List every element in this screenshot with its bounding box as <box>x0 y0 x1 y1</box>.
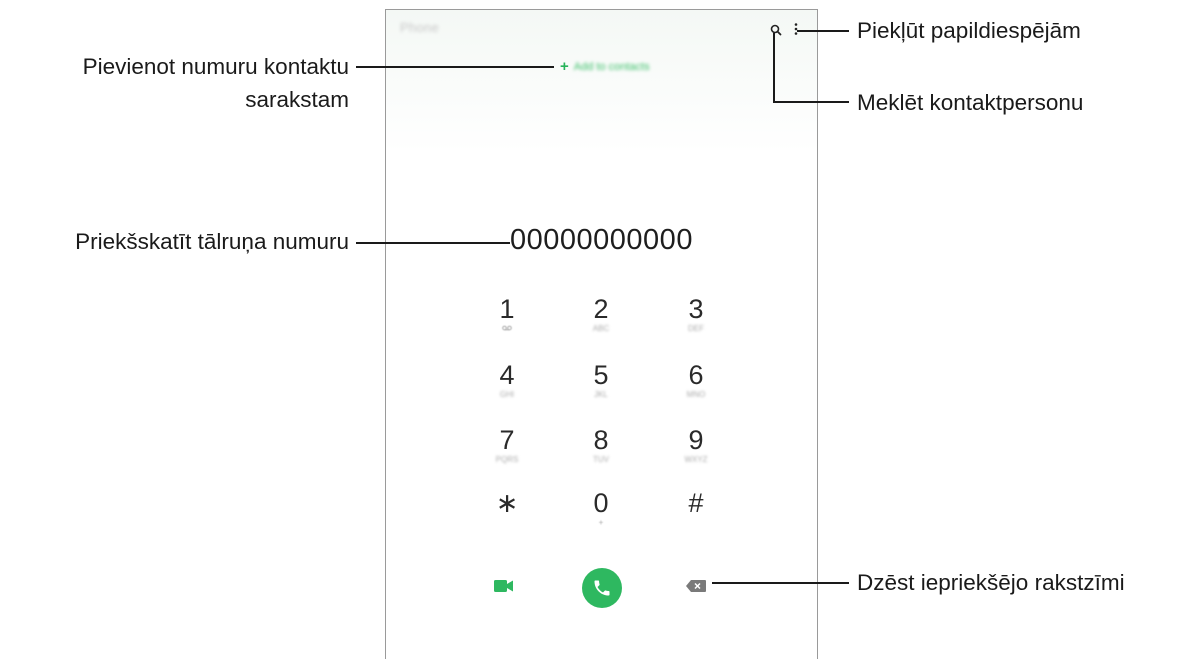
key-0[interactable]: 0 + <box>566 488 636 540</box>
video-call-icon[interactable] <box>494 579 514 593</box>
key-5[interactable]: 5 JKL <box>566 360 636 412</box>
callout-more-options: Piekļūt papildiespējām <box>857 18 1081 43</box>
key-plus-sub: + <box>598 518 604 527</box>
callout-line-preview-number <box>356 242 510 244</box>
search-icon[interactable] <box>770 24 782 36</box>
key-9[interactable]: 9 WXYZ <box>661 425 731 477</box>
key-digit: 2 <box>593 294 609 324</box>
backspace-icon[interactable] <box>686 580 706 592</box>
callout-search-contact: Meklēt kontaktpersonu <box>857 90 1084 115</box>
add-to-contacts-button[interactable]: + Add to contacts <box>560 58 650 75</box>
callout-line-search <box>773 101 849 103</box>
voice-call-button[interactable] <box>582 568 622 608</box>
callout-add-number-line1: Pievienot numuru kontaktu <box>82 54 349 79</box>
key-3[interactable]: 3 DEF <box>661 294 731 346</box>
phone-icon <box>594 580 610 596</box>
callout-line-delete <box>712 582 849 584</box>
key-6[interactable]: 6 MNO <box>661 360 731 412</box>
key-digit: 6 <box>688 360 704 390</box>
callout-line-add-number <box>356 66 554 68</box>
add-to-contacts-label: Add to contacts <box>573 61 650 73</box>
key-hash[interactable]: # <box>661 488 731 540</box>
voicemail-icon <box>472 324 542 333</box>
plus-icon: + <box>560 58 569 75</box>
key-letters: ABC <box>592 324 610 333</box>
key-digit: 3 <box>688 294 704 324</box>
phone-number-preview: 00000000000 <box>510 224 693 256</box>
key-8[interactable]: 8 TUV <box>566 425 636 477</box>
key-digit: 5 <box>593 360 609 390</box>
callout-add-number-line2: sarakstam <box>245 87 349 112</box>
phone-dialer-screen: Phone + Add to contacts 00000000000 1 2 … <box>385 9 818 659</box>
key-letters: DEF <box>688 324 704 333</box>
app-title: Phone <box>400 20 440 35</box>
key-letters: MNO <box>686 390 706 399</box>
key-2[interactable]: 2 ABC <box>566 294 636 346</box>
key-digit: # <box>688 488 704 518</box>
key-letters: JKL <box>594 390 608 399</box>
key-digit: ∗ <box>495 488 519 518</box>
key-digit: 0 <box>593 488 609 518</box>
key-digit: 9 <box>688 425 704 455</box>
callout-line-search-vertical <box>773 33 775 103</box>
key-letters: WXYZ <box>684 455 708 464</box>
key-4[interactable]: 4 GHI <box>472 360 542 412</box>
callout-preview-number: Priekšskatīt tālruņa numuru <box>75 229 349 254</box>
key-letters: GHI <box>499 390 515 399</box>
key-star[interactable]: ∗ <box>472 488 542 540</box>
more-options-icon[interactable] <box>793 22 799 36</box>
key-1[interactable]: 1 <box>472 294 542 346</box>
callout-delete-char: Dzēst iepriekšējo rakstzīmi <box>857 570 1125 595</box>
callout-line-more-options <box>797 30 849 32</box>
key-letters: TUV <box>593 455 609 464</box>
key-letters: PQRS <box>495 455 519 464</box>
key-7[interactable]: 7 PQRS <box>472 425 542 477</box>
key-digit: 7 <box>499 425 515 455</box>
key-digit: 4 <box>499 360 515 390</box>
key-digit: 1 <box>499 294 515 324</box>
key-digit: 8 <box>593 425 609 455</box>
